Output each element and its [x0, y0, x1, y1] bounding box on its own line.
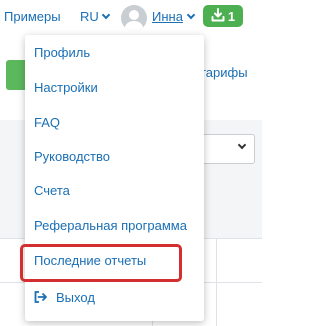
table-divider: [216, 238, 217, 326]
background-select[interactable]: [195, 134, 255, 164]
downloads-count: 1: [227, 8, 236, 24]
menu-item-settings[interactable]: Настройки: [25, 70, 204, 104]
logout-icon: [34, 291, 48, 303]
chevron-down-icon: [101, 10, 111, 19]
top-header: Примеры RU Инна 1: [0, 0, 262, 34]
menu-item-invoices[interactable]: Счета: [25, 173, 204, 207]
logout-label: Выход: [56, 289, 95, 305]
menu-item-guide[interactable]: Руководство: [25, 139, 204, 173]
chevron-down-icon: [186, 10, 196, 19]
menu-item-faq[interactable]: FAQ: [25, 105, 204, 139]
language-selector[interactable]: RU: [80, 9, 111, 24]
menu-item-logout[interactable]: Выход: [25, 280, 204, 314]
menu-item-profile[interactable]: Профиль: [25, 35, 204, 69]
avatar-head: [129, 10, 139, 20]
avatar-body: [125, 21, 143, 31]
download-icon: [211, 7, 225, 25]
menu-item-referral[interactable]: Реферальная программа: [25, 208, 204, 242]
tariffs-link[interactable]: тарифы: [200, 65, 248, 80]
downloads-button[interactable]: 1: [203, 5, 243, 27]
chevron-down-icon: [237, 140, 247, 150]
user-name: Инна: [152, 9, 183, 24]
avatar[interactable]: [121, 5, 147, 31]
language-label: RU: [80, 9, 99, 24]
examples-link[interactable]: Примеры: [4, 9, 61, 24]
user-menu-toggle[interactable]: Инна: [152, 9, 196, 24]
recent-reports-highlight: [20, 244, 182, 282]
